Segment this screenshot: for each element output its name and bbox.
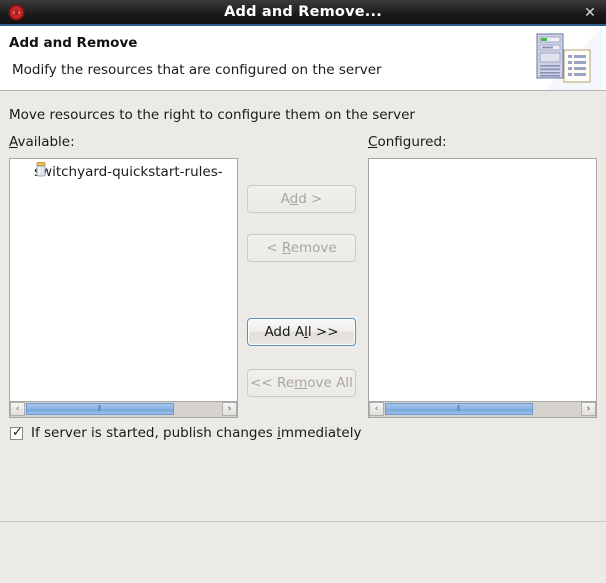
configured-list-hscrollbar[interactable]: ‹ ⦀ ›	[368, 402, 597, 418]
scrollbar-thumb[interactable]: ⦀	[385, 403, 533, 415]
remove-all-button[interactable]: << Remove All	[247, 369, 356, 397]
remove-button-mnemonic: R	[281, 240, 291, 256]
scrollbar-grip-icon: ⦀	[97, 404, 103, 413]
page-title: Add and Remove	[9, 35, 138, 51]
jar-icon	[35, 162, 47, 177]
available-label-rest: vailable:	[17, 134, 75, 150]
scroll-left-icon[interactable]: ‹	[369, 402, 384, 416]
add-and-remove-dialog: Add and Remove... ✕ Add and Remove Modif…	[0, 0, 606, 583]
remove-all-button-mnemonic: m	[294, 375, 308, 391]
scroll-left-icon[interactable]: ‹	[10, 402, 25, 416]
scroll-right-icon[interactable]: ›	[222, 402, 237, 416]
list-item[interactable]: switchyard-quickstart-rules-	[10, 162, 237, 182]
remove-all-button-pre: << Re	[250, 375, 295, 391]
dialog-body: Move resources to the right to configure…	[0, 92, 606, 521]
window-title: Add and Remove...	[224, 4, 382, 20]
list-item-label: switchyard-quickstart-rules-	[34, 164, 223, 180]
add-button[interactable]: Add >	[247, 185, 356, 213]
dialog-header: Add and Remove Modify the resources that…	[0, 26, 606, 91]
configured-label-rest: onfigured:	[377, 134, 447, 150]
add-button-post: d >	[298, 191, 323, 207]
add-all-button-pre: Add A	[264, 324, 305, 340]
scrollbar-grip-icon: ⦀	[456, 404, 462, 413]
publish-immediately-checkbox[interactable]: ✓	[10, 424, 23, 440]
add-button-mnemonic: d	[289, 191, 299, 207]
available-label: Available:	[9, 134, 75, 150]
available-list[interactable]: switchyard-quickstart-rules-	[9, 158, 238, 402]
page-description: Modify the resources that are configured…	[12, 62, 382, 78]
remove-all-button-post: ove All	[307, 375, 353, 391]
remove-button-pre: <	[266, 240, 282, 256]
publish-label-post: mmediately	[280, 425, 362, 441]
check-icon: ✓	[12, 424, 23, 440]
configured-label: Configured:	[368, 134, 447, 150]
close-icon[interactable]: ✕	[580, 3, 600, 23]
configured-list[interactable]	[368, 158, 597, 402]
scroll-right-icon[interactable]: ›	[581, 402, 596, 416]
publish-immediately-checkbox-row[interactable]: ✓ If server is started, publish changes …	[10, 425, 361, 441]
instruction-text: Move resources to the right to configure…	[9, 107, 415, 123]
available-list-hscrollbar[interactable]: ‹ ⦀ ›	[9, 402, 238, 418]
scrollbar-thumb[interactable]: ⦀	[26, 403, 174, 415]
publish-label-pre: If server is started, publish changes	[31, 425, 278, 441]
add-button-pre: A	[280, 191, 290, 207]
publish-immediately-label: If server is started, publish changes im…	[31, 425, 361, 441]
title-bar: Add and Remove... ✕	[0, 0, 606, 26]
server-and-document-icon	[525, 26, 603, 90]
add-all-button[interactable]: Add All >>	[247, 318, 356, 346]
dialog-footer: ? < Back Next > Cancel Finish	[0, 522, 606, 583]
add-all-button-post: l >>	[307, 324, 339, 340]
remove-button-post: emove	[290, 240, 337, 256]
remove-button[interactable]: < Remove	[247, 234, 356, 262]
